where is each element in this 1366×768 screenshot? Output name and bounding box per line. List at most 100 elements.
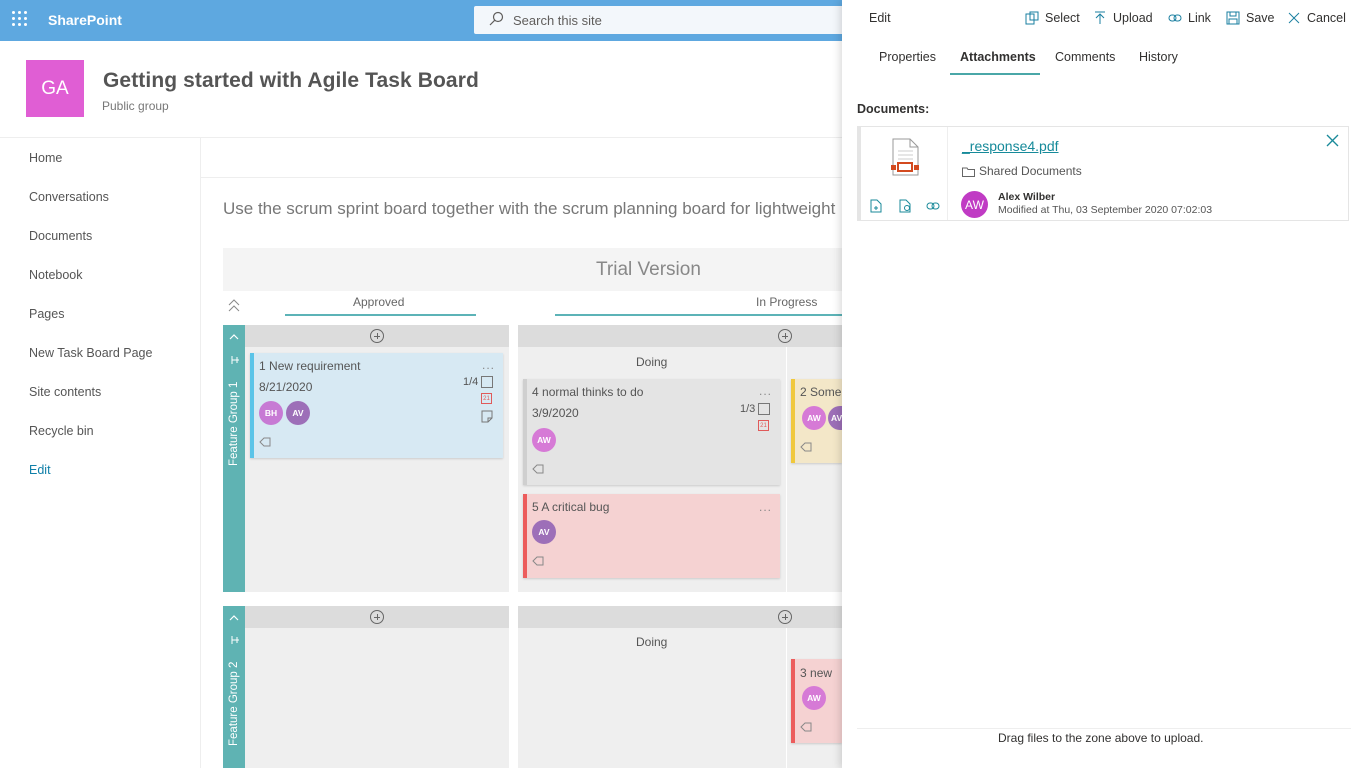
card-title[interactable]: 3 new xyxy=(800,666,842,680)
group-label-1: Feature Group 1 xyxy=(228,381,240,466)
cancel-button[interactable]: Cancel xyxy=(1287,11,1346,25)
app-launcher-icon[interactable] xyxy=(12,11,28,27)
attachment-folder[interactable]: Shared Documents xyxy=(979,164,1082,178)
panel-edit-label[interactable]: Edit xyxy=(869,11,891,25)
column-header-in-progress[interactable]: In Progress xyxy=(756,295,817,309)
add-card-icon[interactable] xyxy=(370,610,384,624)
checklist-icon[interactable] xyxy=(481,376,493,388)
documents-label: Documents: xyxy=(857,102,930,116)
pin-icon[interactable] xyxy=(230,355,240,365)
nav-item-notebook[interactable]: Notebook xyxy=(29,268,83,282)
sub-column-divider xyxy=(786,347,787,592)
sub-column-doing: Doing xyxy=(636,635,668,649)
attachment-file-link[interactable]: _response4.pdf xyxy=(962,138,1059,154)
lane-approved-g2 xyxy=(245,606,509,768)
content-divider xyxy=(201,177,842,178)
site-title[interactable]: Getting started with Agile Task Board xyxy=(103,69,479,93)
column-underline-approved xyxy=(285,314,476,316)
tag-icon[interactable] xyxy=(532,556,544,566)
add-card-icon[interactable] xyxy=(370,329,384,343)
calendar-icon: 21 xyxy=(758,420,769,431)
card-title[interactable]: 5 A critical bug xyxy=(532,500,609,514)
card-date: 3/9/2020 xyxy=(532,406,579,420)
avatar[interactable]: AV xyxy=(286,401,310,425)
tab-properties[interactable]: Properties xyxy=(879,50,936,64)
tag-icon[interactable] xyxy=(532,464,544,474)
modified-timestamp: Modified at Thu, 03 September 2020 07:02… xyxy=(998,204,1213,216)
link-icon xyxy=(1168,14,1182,22)
open-file-icon[interactable] xyxy=(869,199,883,213)
active-tab-indicator xyxy=(950,73,1040,75)
checklist-icon[interactable] xyxy=(758,403,770,415)
card-title[interactable]: 4 normal thinks to do xyxy=(532,385,643,399)
add-card-icon[interactable] xyxy=(778,610,792,624)
card-date: 8/21/2020 xyxy=(259,380,313,394)
brand-link[interactable]: SharePoint xyxy=(48,12,122,28)
tab-comments[interactable]: Comments xyxy=(1055,50,1115,64)
tag-icon[interactable] xyxy=(800,722,812,732)
upload-button[interactable]: Upload xyxy=(1093,11,1153,25)
tag-icon[interactable] xyxy=(800,442,812,452)
author-name: Alex Wilber xyxy=(998,191,1056,203)
nav-item-home[interactable]: Home xyxy=(29,151,62,165)
remove-attachment-icon[interactable] xyxy=(1326,134,1339,147)
drop-zone-divider xyxy=(857,728,1351,729)
save-icon xyxy=(1226,11,1240,25)
trial-label: Trial Version xyxy=(596,259,701,280)
select-icon xyxy=(1025,11,1039,25)
nav-edit-link[interactable]: Edit xyxy=(29,463,51,477)
note-icon[interactable] xyxy=(481,410,493,423)
drop-zone-hint: Drag files to the zone above to upload. xyxy=(998,731,1204,745)
chevron-up-icon[interactable] xyxy=(229,333,239,341)
search-box[interactable]: Search this site xyxy=(474,6,854,34)
avatar[interactable]: AW xyxy=(532,428,556,452)
pdf-file-icon[interactable] xyxy=(889,137,921,177)
lane-toolbar-inprogress-g1 xyxy=(518,325,842,347)
sub-column-divider xyxy=(786,628,787,768)
tab-history[interactable]: History xyxy=(1139,50,1178,64)
select-button[interactable]: Select xyxy=(1025,11,1080,25)
chevron-up-icon[interactable] xyxy=(229,614,239,622)
copy-link-icon[interactable] xyxy=(926,199,940,213)
add-card-icon[interactable] xyxy=(778,329,792,343)
tag-icon[interactable] xyxy=(259,437,271,447)
avatar[interactable]: AV xyxy=(532,520,556,544)
site-logo[interactable]: GA xyxy=(26,60,84,117)
trial-banner xyxy=(223,248,842,291)
nav-item-recycle-bin[interactable]: Recycle bin xyxy=(29,424,94,438)
group-label-2: Feature Group 2 xyxy=(228,661,240,746)
preview-file-icon[interactable] xyxy=(898,199,912,213)
avatar[interactable]: AW xyxy=(802,406,826,430)
avatar[interactable]: AW xyxy=(802,686,826,710)
nav-item-site-contents[interactable]: Site contents xyxy=(29,385,101,399)
nav-item-conversations[interactable]: Conversations xyxy=(29,190,109,204)
link-button[interactable]: Link xyxy=(1168,11,1211,25)
nav-item-pages[interactable]: Pages xyxy=(29,307,64,321)
collapse-all-icon[interactable] xyxy=(228,299,240,313)
close-icon xyxy=(1288,12,1300,24)
pin-icon[interactable] xyxy=(230,635,240,645)
column-header-approved[interactable]: Approved xyxy=(353,295,404,309)
author-avatar[interactable]: AW xyxy=(961,191,988,218)
more-icon[interactable]: ... xyxy=(482,358,495,372)
save-button[interactable]: Save xyxy=(1226,11,1275,25)
calendar-icon: 21 xyxy=(481,393,492,404)
card-title[interactable]: 2 Some xyxy=(800,385,842,399)
search-icon xyxy=(489,11,504,26)
more-icon[interactable]: ... xyxy=(759,500,772,514)
lane-toolbar-inprogress-g2 xyxy=(518,606,842,628)
card-title[interactable]: 1 New requirement xyxy=(259,359,360,373)
more-icon[interactable]: ... xyxy=(759,384,772,398)
attachment-divider xyxy=(947,127,948,220)
nav-item-documents[interactable]: Documents xyxy=(29,229,92,243)
nav-item-new-task-board-page[interactable]: New Task Board Page xyxy=(29,346,152,360)
upload-icon xyxy=(1095,11,1105,24)
checklist-count: 1/3 xyxy=(740,403,756,415)
sub-column-doing: Doing xyxy=(636,355,668,369)
avatar[interactable]: BH xyxy=(259,401,283,425)
tab-attachments[interactable]: Attachments xyxy=(960,50,1036,64)
column-underline-in-progress xyxy=(555,314,842,316)
folder-icon xyxy=(962,167,975,177)
search-input[interactable]: Search this site xyxy=(513,13,602,28)
site-subtitle: Public group xyxy=(102,99,169,113)
